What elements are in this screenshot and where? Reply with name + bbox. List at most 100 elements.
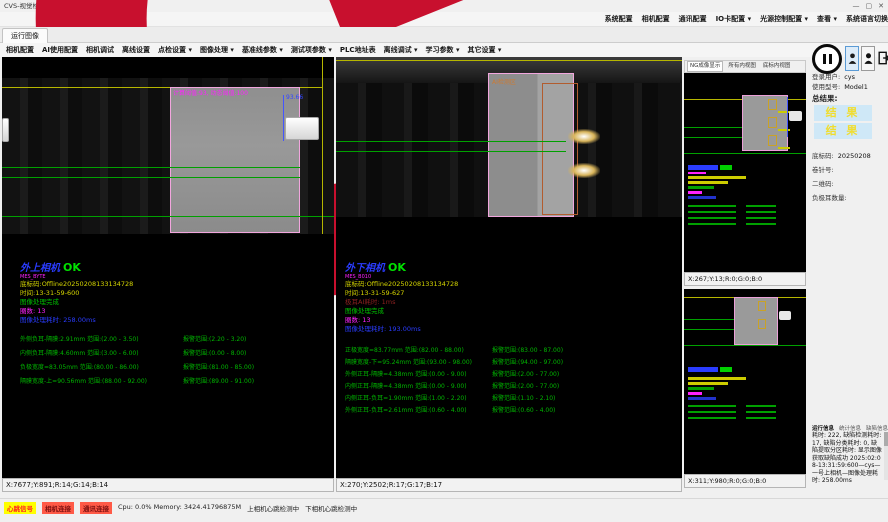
user-manage-button[interactable]	[861, 46, 875, 71]
tab-barcode-view[interactable]: 底标内视图	[761, 62, 793, 71]
measurement-text: 外侧负耳-隔膜:2.91mm 范围:(2.00 - 3.50)	[20, 336, 139, 343]
pause-icon	[829, 54, 832, 64]
tab-defect-info[interactable]: 缺陷信息	[866, 424, 888, 432]
mini-tab-bar: NG成像显示 所有内视图 底标内视图	[684, 60, 806, 73]
lower-camera-panel[interactable]: AI检测区 外下相机OK MES_B010 底标码:Offline2025020…	[336, 57, 682, 478]
lower-result-block: 外下相机OK MES_B010 底标码:Offline2025020813313…	[345, 262, 655, 334]
tab-ng-display[interactable]: NG成像显示	[687, 61, 723, 72]
user-icon	[864, 52, 873, 65]
close-icon[interactable]: ✕	[878, 0, 884, 12]
ai-region-label: AI检测区	[492, 77, 516, 86]
measure-value-label: 93.66	[286, 94, 303, 101]
alarm-range: 报警范围:(2.20 - 3.20)	[183, 334, 246, 343]
user-icon	[848, 52, 857, 65]
maximize-icon[interactable]: ▢	[866, 0, 873, 12]
qrcode-label: 二维码:	[812, 180, 834, 188]
menu-item-io-card-config[interactable]: IO卡配置 ▾	[716, 14, 752, 24]
lower-cam-heartbeat-text: 下相机心跳检测中	[305, 502, 357, 513]
camera-connect-badge: 相机连接	[42, 502, 74, 514]
measurement-text: 正极宽度=83.77mm 范围:(82.00 - 88.00)	[345, 347, 464, 354]
tool-learning-params[interactable]: 学习参数 ▾	[426, 45, 460, 55]
loops-line: 圈数: 13	[20, 307, 330, 316]
tool-baseline-params[interactable]: 基准线参数 ▾	[242, 45, 283, 55]
tool-offline-debug[interactable]: 离线调试 ▾	[384, 45, 418, 55]
exit-button[interactable]	[877, 45, 888, 71]
result-block-upper: 结 果	[814, 105, 872, 121]
measurement-row: 外侧负耳-隔膜:2.91mm 范围:(2.00 - 3.50) 报警范围:(2.2…	[20, 334, 330, 348]
mini-text-bar	[688, 172, 706, 174]
lower-measurements: 正极宽度=83.77mm 范围:(82.00 - 88.00)报警范围:(83.…	[345, 345, 675, 417]
menu-item-language-switch[interactable]: 系统语言切换	[846, 14, 888, 24]
tab-run-info[interactable]: 运行信息	[812, 424, 834, 432]
measure-line	[684, 137, 742, 138]
measurement-text: 内侧正耳-隔膜=4.38mm 范围:(0.00 - 9.00)	[345, 383, 467, 390]
window-controls: — ▢ ✕	[853, 0, 885, 12]
electrode-block	[734, 297, 778, 345]
menu-item-light-control-config[interactable]: 光源控制配置 ▾	[760, 14, 808, 24]
info-scrollbar[interactable]	[884, 432, 888, 480]
user-login-button[interactable]	[845, 46, 859, 71]
menu-item-comm-config[interactable]: 通讯配置	[679, 14, 707, 24]
electrode-block	[742, 95, 788, 151]
second-preview-panel[interactable]	[684, 289, 806, 474]
camera-name: 外上相机	[20, 263, 60, 274]
measurement-row: 内侧正耳-负耳=1.90mm 范围:(1.00 - 2.20)报警范围:(1.1…	[345, 393, 675, 405]
ng-preview-image[interactable]	[684, 73, 806, 272]
ai-time-line: 极耳AI耗时: 1ms	[345, 298, 655, 307]
measure-line	[684, 127, 742, 128]
tool-offline-setting[interactable]: 离线设置	[122, 45, 150, 55]
upper-camera-image[interactable]: 计算阈值:93, 动态阈值:100 93.66	[2, 78, 334, 234]
exit-door-icon	[877, 48, 888, 68]
metal-tab-highlight	[568, 163, 600, 178]
mini-meas-bar	[746, 217, 776, 219]
electrode-block: 计算阈值:93, 动态阈值:100	[170, 87, 300, 233]
tool-camera-config[interactable]: 相机配置	[6, 45, 34, 55]
alarm-range: 报警范围:(94.00 - 97.00)	[492, 357, 563, 366]
mini-meas-bar	[688, 223, 736, 225]
tool-camera-debug[interactable]: 相机调试	[86, 45, 114, 55]
tab-stat-info[interactable]: 统计信息	[839, 424, 861, 432]
lower-camera-image[interactable]: AI检测区	[336, 57, 682, 217]
guide-line	[336, 60, 682, 61]
tool-image-processing[interactable]: 图像处理 ▾	[200, 45, 234, 55]
tab-connector	[285, 117, 319, 140]
menu-item-camera-config[interactable]: 相机配置	[642, 14, 670, 24]
measurement-row: 隔膜宽度-下=95.24mm 范围:(93.00 - 98.00)报警范围:(9…	[345, 357, 675, 369]
tool-spot-check-setting[interactable]: 点检设置 ▾	[158, 45, 192, 55]
mini-meas-bar	[688, 417, 736, 419]
alarm-range: 报警范围:(81.00 - 85.00)	[183, 362, 254, 371]
ai-detect-rect	[542, 83, 578, 215]
measure-line	[336, 151, 566, 152]
measure-line	[2, 167, 300, 168]
comm-connect-badge: 通讯连接	[80, 502, 112, 514]
minimize-icon[interactable]: —	[853, 0, 860, 12]
tab-run-image[interactable]: 运行图像	[2, 28, 48, 43]
tiny-label-bar	[778, 129, 790, 131]
measurement-row: 内侧负耳-隔膜:4.60mm 范围:(3.00 - 6.00)报警范围:(0.0…	[20, 348, 330, 362]
measurement-row: 正极宽度=83.77mm 范围:(82.00 - 88.00)报警范围:(83.…	[345, 345, 675, 357]
tool-bar: 相机配置 AI使用配置 相机调试 离线设置 点检设置 ▾ 图像处理 ▾ 基准线参…	[0, 43, 888, 57]
tab-all-views[interactable]: 所有内视图	[726, 62, 758, 71]
tool-test-item-params[interactable]: 测试项参数 ▾	[291, 45, 332, 55]
mini-meas-bar	[746, 405, 776, 407]
alarm-range: 报警范围:(0.00 - 8.00)	[183, 348, 246, 357]
tool-other-settings[interactable]: 其它设置 ▾	[467, 45, 501, 55]
upper-result-block: 外上相机OK MES_BYTE 底标码:Offline2025020813313…	[20, 262, 330, 325]
scrollbar-thumb[interactable]	[884, 432, 888, 446]
model-row: 使用型号:Model1	[812, 81, 868, 91]
tool-plc-address-table[interactable]: PLC地址表	[340, 45, 376, 55]
menu-item-view[interactable]: 查看 ▾	[817, 14, 837, 24]
defect-box	[768, 117, 777, 128]
mini-text-bar	[688, 367, 718, 372]
tab-count-field: 负极耳数量:	[812, 192, 851, 202]
tool-ai-usage-config[interactable]: AI使用配置	[42, 45, 78, 55]
mini-text-bar	[688, 196, 716, 199]
measurement-row: 外侧正耳-隔膜=4.38mm 范围:(0.00 - 9.00)报警范围:(2.0…	[345, 369, 675, 381]
upper-camera-panel[interactable]: 计算阈值:93, 动态阈值:100 93.66 外上相机OK MES_BYTE …	[2, 57, 334, 478]
menu-item-system-config[interactable]: 系统配置	[605, 14, 633, 24]
measurement-text: 外侧正耳-隔膜=4.38mm 范围:(0.00 - 9.00)	[345, 371, 467, 378]
pause-button[interactable]	[812, 44, 842, 74]
done-line: 图像处理完成	[345, 307, 655, 316]
ng-display-panel: NG成像显示 所有内视图 底标内视图	[684, 60, 806, 272]
mini-text-bar	[688, 191, 702, 194]
